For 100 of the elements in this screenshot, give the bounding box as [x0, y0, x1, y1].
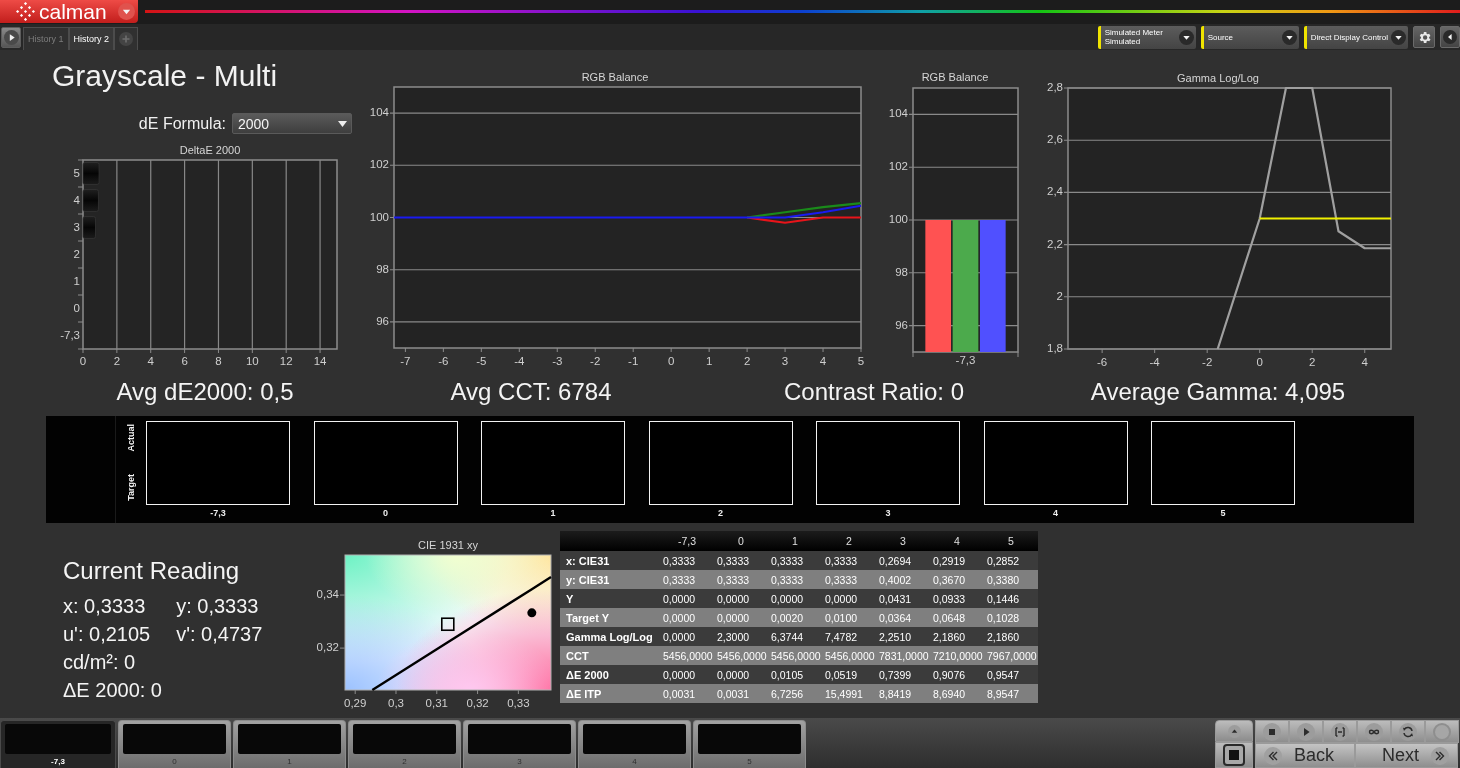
- tick-label: 1: [73, 274, 80, 287]
- tick-label: 2,6: [1047, 133, 1063, 146]
- tick-label: 10: [245, 355, 259, 368]
- table-cell: 2,1860: [984, 627, 1038, 646]
- table-cell: 8,9547: [984, 684, 1038, 703]
- tick-label: 104: [369, 106, 389, 119]
- tick-label: 2: [113, 355, 121, 368]
- bar: [82, 189, 99, 212]
- tick-label: 0,3: [388, 697, 404, 710]
- tick-label: 0: [1256, 356, 1263, 369]
- summary-stat: Average Gamma: 4,095: [1090, 377, 1346, 407]
- table-cell: 7210,0000: [930, 646, 984, 665]
- table-cell: 5456,0000: [714, 646, 768, 665]
- table-cell: 0,0000: [714, 589, 768, 608]
- table-cell: 7831,0000: [876, 646, 930, 665]
- tick-label: 102: [888, 160, 908, 173]
- tick-label: 4: [819, 355, 827, 368]
- tick-label: 100: [369, 210, 389, 223]
- tick-label: 4: [73, 193, 80, 206]
- bar: [82, 162, 100, 185]
- plus-icon: [119, 32, 134, 46]
- dropdown[interactable]: Direct Display Control: [1303, 25, 1408, 49]
- table-cell: 0,2919: [930, 551, 984, 570]
- patch-button[interactable]: -7,3: [0, 720, 116, 768]
- table-cell: 15,4991: [822, 684, 876, 703]
- loop-button[interactable]: [1357, 720, 1391, 743]
- next-button[interactable]: Next: [1355, 743, 1458, 768]
- settings-button[interactable]: [1413, 26, 1435, 48]
- row-header: ΔE 2000: [560, 665, 660, 684]
- bar: [82, 216, 96, 239]
- table-cell: 0,3333: [822, 570, 876, 589]
- tick-label: 4: [147, 355, 154, 368]
- tick-label: -7,3: [60, 328, 80, 341]
- back-button[interactable]: Back: [1255, 743, 1355, 768]
- stop-button[interactable]: [1215, 742, 1253, 768]
- stop-button[interactable]: [1255, 720, 1289, 743]
- row-header: Gamma Log/Log: [560, 627, 660, 646]
- tab[interactable]: History 1: [23, 27, 69, 50]
- table-cell: 0,0000: [714, 608, 768, 627]
- table-cell: 0,0000: [714, 665, 768, 684]
- column-header: 2: [822, 531, 876, 551]
- table-cell: 0,0031: [714, 684, 768, 703]
- table-cell: 0,0020: [768, 608, 822, 627]
- play-icon: [1297, 722, 1315, 741]
- tick-label: 0: [667, 355, 675, 368]
- tick-label: 102: [369, 158, 389, 171]
- tick-label: 14: [313, 355, 327, 368]
- swatch-icon: [238, 724, 341, 754]
- table-cell: 0,9547: [984, 665, 1038, 684]
- table-cell: 7,4782: [822, 627, 876, 646]
- caret-down-icon: [1281, 29, 1297, 45]
- tick-label: 0,29: [344, 697, 367, 710]
- reading-value: y: 0,3333: [176, 594, 259, 618]
- table-cell: 0,3380: [984, 570, 1038, 589]
- table-cell: 0,0000: [660, 627, 714, 646]
- column-header: 4: [930, 531, 984, 551]
- play-button[interactable]: [1289, 720, 1323, 743]
- table-cell: 5456,0000: [768, 646, 822, 665]
- play-button[interactable]: [1, 27, 21, 48]
- patch-label: 3: [885, 508, 891, 519]
- table-cell: 2,1860: [930, 627, 984, 646]
- table-cell: 0,0000: [768, 589, 822, 608]
- diamond-logo-icon: [16, 2, 35, 21]
- dropdown[interactable]: Source: [1200, 25, 1299, 49]
- table-cell: 5456,0000: [822, 646, 876, 665]
- add-tab-button[interactable]: [114, 27, 139, 50]
- summary-stat: Contrast Ratio: 0: [783, 377, 965, 407]
- column-header: -7,3: [660, 531, 714, 551]
- refresh-button[interactable]: [1391, 720, 1425, 743]
- collapse-button[interactable]: [1440, 26, 1460, 48]
- stop-icon: [1263, 722, 1281, 741]
- tick-label: -4: [1149, 356, 1160, 369]
- range-button[interactable]: [1323, 720, 1357, 743]
- row-header: Target Y: [560, 608, 660, 627]
- dropdown[interactable]: Simulated Meter Simulated: [1097, 25, 1196, 49]
- column-header: 3: [876, 531, 930, 551]
- logo-menu-button[interactable]: calman: [0, 0, 138, 23]
- table-cell: 0,3333: [714, 570, 768, 589]
- row-header: CCT: [560, 646, 660, 665]
- table-cell: 2,3000: [714, 627, 768, 646]
- tick-label: 98: [376, 262, 389, 275]
- table-cell: 0,0000: [660, 608, 714, 627]
- tick-label: 0,32: [316, 641, 339, 654]
- table-cell: 0,3333: [822, 551, 876, 570]
- caret-down-icon: [1391, 29, 1406, 45]
- reading-value: cd/m²: 0: [63, 650, 136, 674]
- patch-button[interactable]: 4: [578, 720, 691, 768]
- row-header: Y: [560, 589, 660, 608]
- table-cell: 8,6940: [930, 684, 984, 703]
- tick-label: -7: [400, 355, 411, 368]
- summary-stat: Avg CCT: 6784: [450, 377, 612, 407]
- formula-dropdown[interactable]: 2000: [232, 113, 352, 134]
- infinity-icon: [1365, 722, 1383, 741]
- reading-value: v': 0,4737: [176, 622, 263, 646]
- tab[interactable]: History 2: [68, 27, 115, 50]
- tick-label: 2: [1309, 356, 1316, 369]
- table-cell: 0,0933: [930, 589, 984, 608]
- swatch-icon: [123, 724, 226, 754]
- table-cell: 0,2852: [984, 551, 1038, 570]
- tick-label: 0,34: [316, 588, 339, 601]
